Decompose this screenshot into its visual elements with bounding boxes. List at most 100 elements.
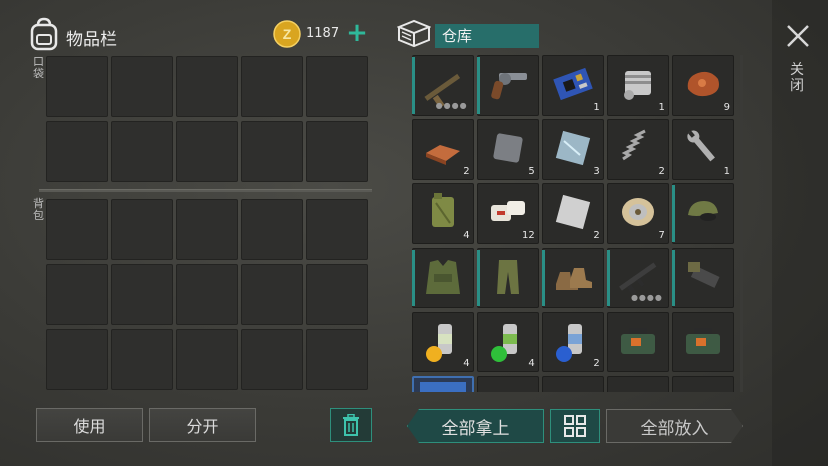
inventory-slot[interactable] xyxy=(241,264,303,325)
storage-slot[interactable]: 7 xyxy=(607,183,669,244)
item-count: 2 xyxy=(593,358,600,370)
inventory-slot[interactable] xyxy=(176,199,238,260)
storage-slot[interactable]: 1 xyxy=(542,55,604,116)
storage-slot[interactable]: 4 xyxy=(412,183,474,244)
jerry-can-icon xyxy=(432,193,454,228)
storage-slot[interactable]: 2 xyxy=(542,311,604,373)
backpack-grid xyxy=(46,199,368,390)
explosive-pack-icon xyxy=(621,327,656,354)
spray-can-blue-icon xyxy=(556,323,583,362)
storage-slot-empty[interactable] xyxy=(477,375,539,392)
close-label[interactable]: 关闭 xyxy=(790,62,804,94)
weapon-part-icon xyxy=(688,261,720,288)
use-button[interactable]: 使用 xyxy=(36,408,143,442)
item-count: 1 xyxy=(723,165,730,177)
storage-slot[interactable]: 1 xyxy=(607,55,669,116)
camo-pants-icon xyxy=(497,259,520,294)
item-count: 3 xyxy=(593,165,600,177)
take-all-button[interactable]: 全部拿上 xyxy=(407,409,544,443)
storage-slot[interactable] xyxy=(542,247,604,309)
storage-slot[interactable]: ●●●● xyxy=(412,55,474,116)
item-count: 7 xyxy=(658,229,665,241)
bandage-icon xyxy=(491,201,526,222)
storage-slot[interactable] xyxy=(672,247,734,309)
storage-slot[interactable] xyxy=(607,311,669,373)
engine-cylinder-icon xyxy=(624,71,652,100)
inventory-slot[interactable] xyxy=(306,199,368,260)
put-all-button[interactable]: 全部放入 xyxy=(606,409,743,443)
inventory-slot[interactable] xyxy=(111,199,173,260)
spray-can-green-icon xyxy=(491,323,518,362)
storage-slot[interactable]: 12 xyxy=(477,183,539,244)
storage-slot-empty[interactable] xyxy=(672,375,734,392)
inventory-slot[interactable] xyxy=(306,329,368,390)
storage-slot[interactable]: 1 xyxy=(672,119,734,180)
explosive-pack-icon xyxy=(686,327,721,354)
storage-slot[interactable] xyxy=(477,55,539,116)
section-divider xyxy=(39,189,372,192)
storage-slot[interactable]: 4 xyxy=(412,311,474,373)
inventory-slot[interactable] xyxy=(46,121,108,182)
durability-dots: ●●●● xyxy=(435,100,468,110)
item-count: 12 xyxy=(521,229,535,241)
inventory-slot[interactable] xyxy=(241,329,303,390)
inventory-slot[interactable] xyxy=(111,56,173,117)
split-button[interactable]: 分开 xyxy=(149,408,256,442)
storage-slot[interactable] xyxy=(672,183,734,244)
sort-button[interactable] xyxy=(550,409,600,443)
storage-slot[interactable]: ●●●● xyxy=(607,247,669,309)
item-count: 1 xyxy=(658,101,665,113)
storage-slot[interactable] xyxy=(412,375,474,392)
inventory-slot[interactable] xyxy=(46,199,108,260)
storage-slot[interactable] xyxy=(412,247,474,309)
inventory-slot[interactable] xyxy=(306,264,368,325)
inventory-slot[interactable] xyxy=(306,56,368,117)
plus-icon[interactable]: + xyxy=(344,20,370,47)
storage-slot-empty[interactable] xyxy=(542,375,604,392)
inventory-slot[interactable] xyxy=(111,329,173,390)
military-cap-icon xyxy=(688,201,719,222)
inventory-slot[interactable] xyxy=(111,264,173,325)
inventory-slot[interactable] xyxy=(306,121,368,182)
storage-slot[interactable]: 4 xyxy=(477,311,539,373)
inventory-slot[interactable] xyxy=(176,121,238,182)
storage-scrollbar[interactable] xyxy=(740,55,743,392)
ore-icon xyxy=(688,71,720,97)
pocket-grid xyxy=(46,56,368,182)
inventory-slot[interactable] xyxy=(111,121,173,182)
inventory-title: 物品栏 xyxy=(66,30,117,50)
inventory-slot[interactable] xyxy=(176,56,238,117)
close-icon[interactable] xyxy=(784,22,812,50)
backpack-label: 背包 xyxy=(33,197,44,222)
backpack-icon xyxy=(30,17,58,51)
inventory-slot[interactable] xyxy=(46,264,108,325)
tab-storage[interactable]: 仓库 xyxy=(435,24,539,48)
pocket-label: 口袋 xyxy=(33,55,44,80)
storage-slot[interactable] xyxy=(672,311,734,373)
circuit-board-icon xyxy=(553,67,593,101)
copper-ingot-icon xyxy=(426,145,460,166)
selected-item-icon xyxy=(420,381,466,392)
storage-slot[interactable]: 9 xyxy=(672,55,734,116)
svg-text:Z: Z xyxy=(283,26,292,42)
item-count: 5 xyxy=(528,165,535,177)
spray-can-yellow-icon xyxy=(426,323,452,362)
trash-button[interactable] xyxy=(330,408,372,442)
inventory-slot[interactable] xyxy=(46,56,108,117)
glass-sheet-icon xyxy=(556,131,591,166)
inventory-slot[interactable] xyxy=(176,264,238,325)
inventory-slot[interactable] xyxy=(241,199,303,260)
storage-slot[interactable]: 2 xyxy=(412,119,474,180)
wrench-icon xyxy=(687,130,716,162)
inventory-slot[interactable] xyxy=(241,121,303,182)
inventory-slot[interactable] xyxy=(46,329,108,390)
inventory-slot[interactable] xyxy=(176,329,238,390)
boots-icon xyxy=(556,267,593,290)
inventory-slot[interactable] xyxy=(241,56,303,117)
storage-slot[interactable]: 3 xyxy=(542,119,604,180)
storage-slot[interactable]: 2 xyxy=(607,119,669,180)
storage-slot[interactable] xyxy=(477,247,539,309)
storage-slot[interactable]: 5 xyxy=(477,119,539,180)
storage-slot[interactable]: 2 xyxy=(542,183,604,244)
storage-slot-empty[interactable] xyxy=(607,375,669,392)
